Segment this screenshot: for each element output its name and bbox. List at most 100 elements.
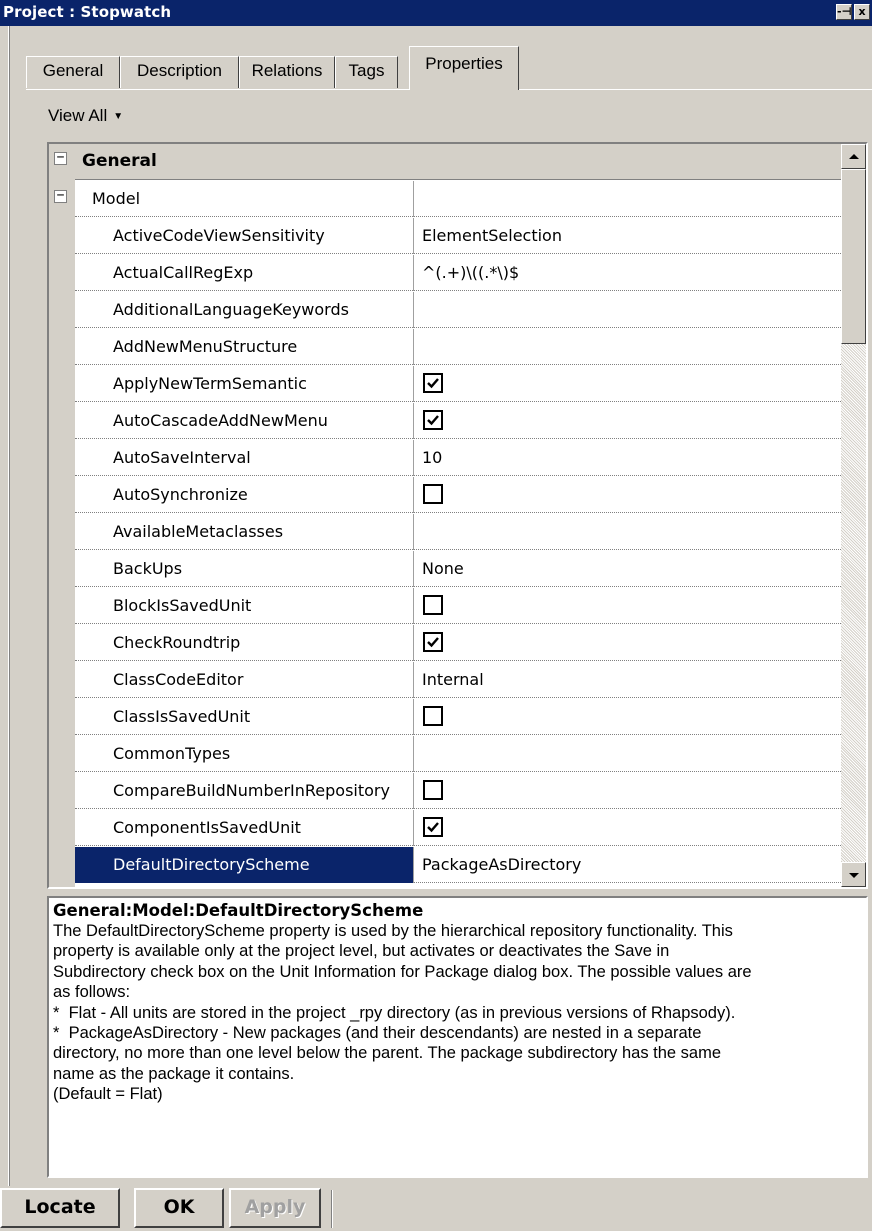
description-title: General:Model:DefaultDirectoryScheme [53, 901, 424, 920]
apply-button[interactable]: Apply [229, 1188, 321, 1228]
property-value[interactable] [415, 329, 841, 365]
tab-general[interactable]: General [26, 56, 120, 88]
property-name: AutoSynchronize [75, 477, 414, 513]
property-row[interactable]: CheckRoundtrip [75, 625, 841, 661]
tab-properties[interactable]: Properties [409, 46, 519, 90]
collapse-group-icon[interactable]: − [54, 189, 67, 203]
checkbox-unchecked[interactable] [423, 484, 443, 504]
description-line: The DefaultDirectoryScheme property is u… [53, 922, 733, 940]
property-description: General:Model:DefaultDirectoryScheme The… [47, 896, 868, 1178]
property-value[interactable] [415, 292, 841, 328]
checkbox-unchecked[interactable] [423, 780, 443, 800]
checkbox-checked[interactable] [423, 410, 443, 430]
window-title: Project : Stopwatch [3, 3, 172, 21]
property-name: ClassIsSavedUnit [75, 699, 414, 735]
property-row[interactable]: ActualCallRegExp ^(.+)\((.*\)$ [75, 255, 841, 291]
scroll-down-button[interactable] [841, 862, 866, 887]
property-row[interactable]: AvailableMetaclasses [75, 514, 841, 550]
chevron-down-icon: ▼ [113, 111, 124, 122]
property-row[interactable]: ApplyNewTermSemantic [75, 366, 841, 402]
property-row[interactable]: DefaultDirectoryScheme PackageAsDirectory [75, 847, 841, 883]
property-row[interactable]: ClassCodeEditor Internal [75, 662, 841, 698]
scroll-thumb[interactable] [841, 169, 866, 344]
checkmark-icon [427, 637, 439, 648]
description-line: * PackageAsDirectory - New packages (and… [53, 1024, 702, 1043]
property-row[interactable]: BlockIsSavedUnit [75, 588, 841, 624]
pin-icon[interactable]: -⊣ [836, 4, 852, 20]
property-value[interactable]: PackageAsDirectory [415, 847, 841, 883]
group-value [415, 181, 841, 217]
property-value[interactable] [415, 403, 841, 439]
property-row[interactable]: CompareBuildNumberInRepository [75, 773, 841, 809]
property-name: ActualCallRegExp [75, 255, 414, 291]
property-row[interactable]: ComponentIsSavedUnit [75, 810, 841, 846]
group-row-model[interactable]: Model [75, 181, 841, 217]
section-label: General [82, 151, 157, 171]
property-name: BackUps [75, 551, 414, 587]
arrow-up-icon [849, 154, 859, 159]
property-row[interactable]: AutoSynchronize [75, 477, 841, 513]
property-name: ComponentIsSavedUnit [75, 810, 414, 846]
collapse-section-icon[interactable]: − [54, 151, 67, 165]
checkbox-unchecked[interactable] [423, 595, 443, 615]
close-icon[interactable]: x [854, 4, 870, 20]
property-row[interactable]: AddNewMenuStructure [75, 329, 841, 365]
checkmark-icon [427, 822, 439, 833]
property-name: AutoSaveInterval [75, 440, 414, 476]
tab-tags[interactable]: Tags [335, 56, 398, 88]
property-value[interactable] [415, 514, 841, 550]
tab-description[interactable]: Description [120, 56, 239, 88]
property-name: ActiveCodeViewSensitivity [75, 218, 414, 254]
property-row[interactable]: AutoSaveInterval 10 [75, 440, 841, 476]
ok-button[interactable]: OK [134, 1188, 224, 1228]
property-row[interactable]: CommonTypes [75, 736, 841, 772]
property-value[interactable] [415, 773, 841, 809]
property-name: AddNewMenuStructure [75, 329, 414, 365]
property-row[interactable]: ClassIsSavedUnit [75, 699, 841, 735]
description-line: * Flat - All units are stored in the pro… [53, 1003, 736, 1022]
description-line: Subdirectory check box on the Unit Infor… [53, 962, 752, 981]
property-name: ClassCodeEditor [75, 662, 414, 698]
locate-button[interactable]: Locate [0, 1188, 120, 1228]
property-name: CompareBuildNumberInRepository [75, 773, 414, 809]
view-filter-dropdown[interactable]: View All ▼ [48, 106, 123, 126]
property-row[interactable]: ActiveCodeViewSensitivity ElementSelectio… [75, 218, 841, 254]
property-value[interactable] [415, 477, 841, 513]
property-value[interactable]: ElementSelection [415, 218, 841, 254]
arrow-down-icon [849, 873, 859, 878]
checkbox-checked[interactable] [423, 373, 443, 393]
checkbox-checked[interactable] [423, 632, 443, 652]
checkbox-checked[interactable] [423, 817, 443, 837]
property-grid-body: General − Model − ActiveCodeViewSensitiv… [49, 144, 841, 887]
view-filter-label: View All [48, 106, 108, 125]
property-value[interactable] [415, 699, 841, 735]
checkbox-unchecked[interactable] [423, 706, 443, 726]
property-value[interactable]: Internal [415, 662, 841, 698]
tab-relations[interactable]: Relations [239, 56, 335, 88]
grid-vertical-scrollbar[interactable] [841, 144, 866, 887]
property-value[interactable]: 10 [415, 440, 841, 476]
property-value[interactable] [415, 736, 841, 772]
property-value[interactable] [415, 625, 841, 661]
property-value[interactable]: None [415, 551, 841, 587]
property-value[interactable]: ^(.+)\((.*\)$ [415, 255, 841, 291]
title-bar: Project : Stopwatch -⊣ x [0, 0, 872, 26]
property-value[interactable] [415, 366, 841, 402]
group-label: Model [75, 181, 414, 217]
checkmark-icon [427, 378, 439, 389]
property-value[interactable] [415, 810, 841, 846]
property-name: ApplyNewTermSemantic [75, 366, 414, 402]
property-row[interactable]: BackUps None [75, 551, 841, 587]
scroll-up-button[interactable] [841, 144, 866, 169]
window-frame [0, 26, 10, 1186]
property-value[interactable] [415, 588, 841, 624]
property-row[interactable]: AdditionalLanguageKeywords [75, 292, 841, 328]
section-row-general[interactable]: General [75, 144, 841, 180]
description-line: (Default = Flat) [53, 1085, 163, 1104]
property-row[interactable]: AutoCascadeAddNewMenu [75, 403, 841, 439]
property-grid[interactable]: General − Model − ActiveCodeViewSensitiv… [47, 142, 868, 889]
button-bar-separator [331, 1190, 333, 1228]
description-line: name as the package it contains. [53, 1064, 295, 1083]
checkmark-icon [427, 415, 439, 426]
grid-gutter [49, 144, 75, 887]
